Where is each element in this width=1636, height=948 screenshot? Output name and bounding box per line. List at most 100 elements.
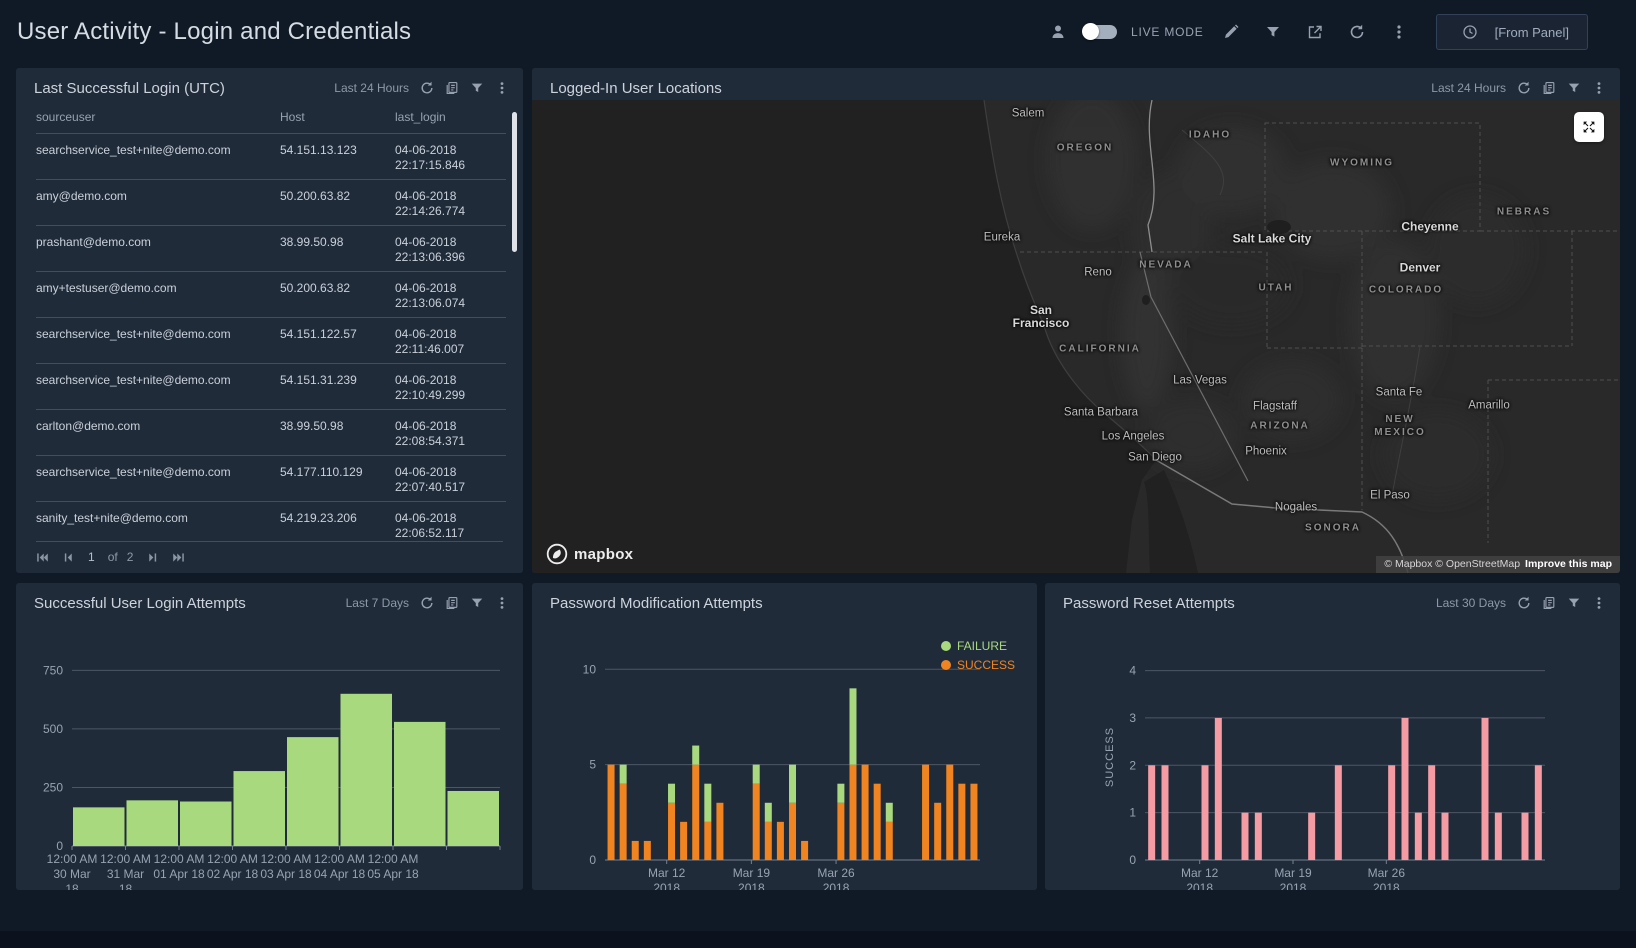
bar[interactable] [680, 822, 687, 860]
table-row[interactable]: searchservice_test+nite@demo.com54.177.1… [36, 455, 506, 501]
bar[interactable] [341, 694, 393, 846]
bar[interactable] [765, 822, 772, 860]
bar[interactable] [1242, 813, 1249, 860]
kebab-menu-icon[interactable] [495, 596, 509, 610]
bar[interactable] [1308, 813, 1315, 860]
bar[interactable] [886, 803, 893, 822]
bar[interactable] [849, 765, 856, 860]
table-row[interactable]: searchservice_test+nite@demo.com54.151.1… [36, 133, 506, 179]
bar[interactable] [886, 822, 893, 860]
bar[interactable] [692, 746, 699, 765]
panel-time-range[interactable]: Last 7 Days [346, 596, 409, 610]
bar[interactable] [789, 765, 796, 803]
panel-data-icon[interactable] [445, 596, 459, 610]
table-row[interactable]: searchservice_test+nite@demo.com54.151.1… [36, 317, 506, 363]
bar[interactable] [970, 784, 977, 860]
table-row[interactable]: carlton@demo.com38.99.50.9804-06-201822:… [36, 409, 506, 455]
bar[interactable] [958, 784, 965, 860]
refresh-icon[interactable] [1342, 24, 1372, 40]
filter-icon[interactable] [1567, 596, 1581, 610]
first-page-button[interactable] [36, 551, 49, 564]
filter-icon[interactable] [1567, 81, 1581, 95]
bar[interactable] [1522, 813, 1529, 860]
current-page[interactable]: 1 [88, 550, 95, 564]
prev-page-button[interactable] [62, 551, 75, 564]
bar[interactable] [1148, 765, 1155, 860]
bar[interactable] [1335, 765, 1342, 860]
bar[interactable] [1162, 765, 1169, 860]
table-row[interactable]: prashant@demo.com38.99.50.9804-06-201822… [36, 225, 506, 271]
bar[interactable] [1255, 813, 1262, 860]
share-icon[interactable] [1300, 24, 1330, 40]
bar[interactable] [180, 802, 232, 846]
bar[interactable] [765, 803, 772, 822]
fullscreen-button[interactable] [1574, 112, 1604, 142]
bar[interactable] [777, 822, 784, 860]
user-icon[interactable] [1043, 24, 1073, 40]
table-row[interactable]: amy@demo.com50.200.63.8204-06-201822:14:… [36, 179, 506, 225]
bar[interactable] [704, 822, 711, 860]
panel-data-icon[interactable] [1542, 81, 1556, 95]
column-header[interactable]: last_login [395, 110, 506, 133]
legend-item[interactable]: SUCCESS [941, 658, 1015, 672]
time-range-button[interactable]: [From Panel] [1436, 14, 1588, 50]
bar[interactable] [620, 765, 627, 784]
refresh-icon[interactable] [420, 596, 434, 610]
bar[interactable] [862, 765, 869, 860]
bar[interactable] [849, 688, 856, 764]
filter-icon[interactable] [470, 81, 484, 95]
panel-data-icon[interactable] [1542, 596, 1556, 610]
refresh-icon[interactable] [420, 81, 434, 95]
edit-icon[interactable] [1216, 24, 1246, 40]
bar[interactable] [668, 803, 675, 860]
filter-icon[interactable] [1258, 24, 1288, 40]
panel-time-range[interactable]: Last 30 Days [1436, 596, 1506, 610]
panel-time-range[interactable]: Last 24 Hours [334, 81, 409, 95]
bar[interactable] [692, 765, 699, 860]
kebab-menu-icon[interactable] [495, 81, 509, 95]
bar[interactable] [1535, 765, 1542, 860]
bar[interactable] [1428, 765, 1435, 860]
column-header[interactable]: sourceuser [36, 110, 280, 133]
bar[interactable] [1495, 813, 1502, 860]
bar[interactable] [73, 807, 125, 846]
improve-map-link[interactable]: Improve this map [1525, 558, 1612, 570]
table-row[interactable]: amy+testuser@demo.com50.200.63.8204-06-2… [36, 271, 506, 317]
last-page-button[interactable] [172, 551, 185, 564]
bar[interactable] [608, 765, 615, 860]
bar[interactable] [620, 784, 627, 860]
map-canvas[interactable]: SalemOREGONIDAHOWYOMINGNEBRASEurekaCheye… [532, 100, 1620, 573]
bar[interactable] [127, 800, 179, 846]
bar[interactable] [1215, 718, 1222, 860]
column-header[interactable]: Host [280, 110, 395, 133]
refresh-icon[interactable] [1517, 81, 1531, 95]
bar[interactable] [234, 771, 286, 846]
bar[interactable] [753, 784, 760, 860]
bar[interactable] [801, 841, 808, 860]
panel-time-range[interactable]: Last 24 Hours [1431, 81, 1506, 95]
legend-item[interactable]: FAILURE [941, 639, 1015, 653]
bar[interactable] [1388, 765, 1395, 860]
bar[interactable] [394, 722, 446, 846]
bar[interactable] [789, 803, 796, 860]
bar[interactable] [1442, 813, 1449, 860]
bar[interactable] [946, 765, 953, 860]
mapbox-logo[interactable]: mapbox [546, 543, 633, 565]
kebab-menu-icon[interactable] [1592, 596, 1606, 610]
bar[interactable] [1202, 765, 1209, 860]
filter-icon[interactable] [470, 596, 484, 610]
refresh-icon[interactable] [1517, 596, 1531, 610]
toggle-knob[interactable] [1082, 23, 1099, 40]
bar[interactable] [716, 803, 723, 860]
bar[interactable] [837, 784, 844, 803]
table-scrollbar[interactable] [512, 112, 517, 252]
bar[interactable] [632, 841, 639, 860]
bar[interactable] [753, 765, 760, 784]
bar[interactable] [1415, 813, 1422, 860]
bar[interactable] [1482, 718, 1489, 860]
kebab-menu-icon[interactable] [1592, 81, 1606, 95]
bar[interactable] [922, 765, 929, 860]
bar[interactable] [644, 841, 651, 860]
bar[interactable] [668, 784, 675, 803]
kebab-menu-icon[interactable] [1384, 24, 1414, 40]
